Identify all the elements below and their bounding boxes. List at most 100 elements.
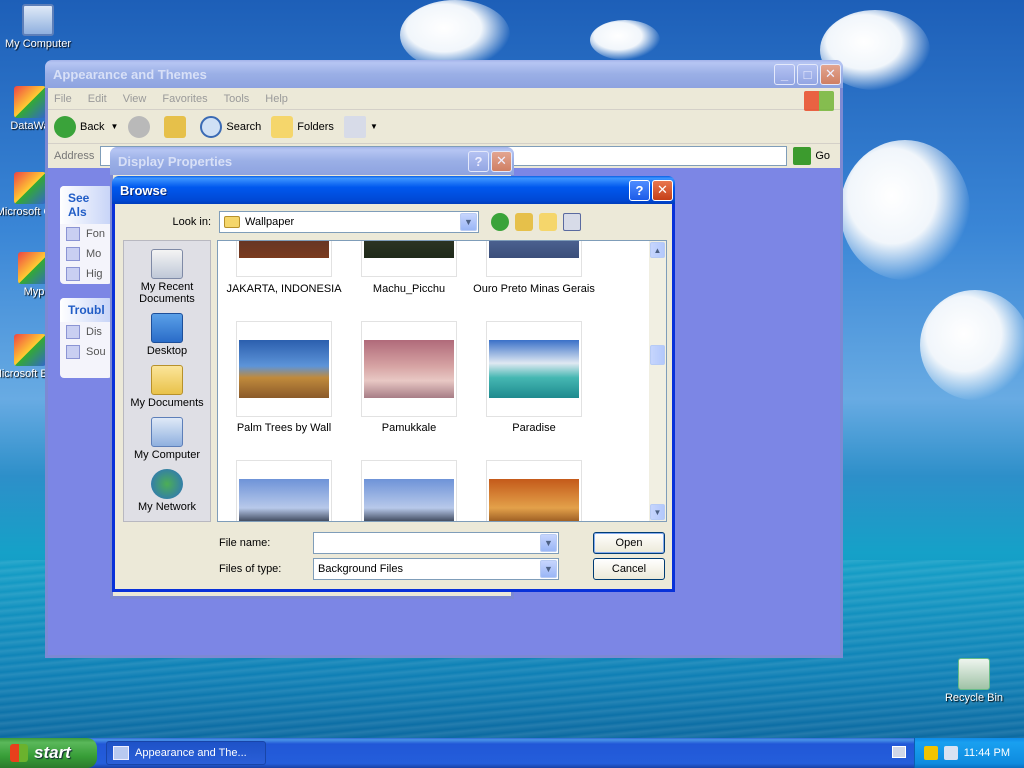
place-my-computer[interactable]: My Computer [124,417,210,461]
up-folder-button[interactable] [164,115,190,138]
clock[interactable]: 11:44 PM [964,747,1010,759]
forward-arrow-icon [128,115,151,138]
see-also-item[interactable]: Hig [60,264,112,284]
troubleshoot-item[interactable]: Dis [60,322,112,342]
go-arrow-icon [793,147,812,165]
file-label[interactable]: JAKARTA, INDONESIA [218,283,354,295]
file-label[interactable]: Palm Trees by Wall [218,422,354,434]
display-properties-titlebar[interactable]: Display Properties ? ✕ [110,147,514,175]
menu-favorites[interactable]: Favorites [162,93,207,105]
windows-logo-icon [10,744,28,762]
help-button[interactable]: ? [468,150,489,172]
menu-tools[interactable]: Tools [224,93,250,105]
help-button[interactable]: ? [629,179,650,201]
cancel-button[interactable]: Cancel [593,558,665,580]
menu-edit[interactable]: Edit [88,93,107,105]
windows-logo-icon [804,91,834,111]
computer-icon [22,4,54,36]
file-name-input[interactable]: ▼ [313,532,559,554]
place-my-network[interactable]: My Network [124,469,210,513]
place-my-documents[interactable]: My Documents [124,365,210,409]
keyboard-icon[interactable] [892,746,906,758]
panel-header[interactable]: Troubl [60,298,112,322]
chevron-down-icon[interactable]: ▼ [540,560,557,578]
folders-button[interactable]: Folders [271,115,334,138]
browse-titlebar[interactable]: Browse ? ✕ [112,176,675,204]
menu-view[interactable]: View [123,93,147,105]
file-thumbnail[interactable] [236,321,332,417]
see-also-item[interactable]: Fon [60,224,112,244]
see-also-panel: See Als Fon Mo Hig [60,186,112,284]
file-label[interactable]: Paradise [464,422,604,434]
scroll-down-icon[interactable]: ▼ [650,504,665,520]
close-button[interactable]: ✕ [491,150,512,172]
file-thumbnail[interactable] [236,241,332,277]
menu-help[interactable]: Help [265,93,288,105]
maximize-button[interactable]: □ [797,63,818,85]
file-thumbnail[interactable] [486,321,582,417]
help-icon [66,345,80,359]
look-in-dropdown[interactable]: Wallpaper ▼ [219,211,479,233]
new-folder-icon[interactable] [539,213,557,231]
item-icon [66,247,80,261]
chevron-down-icon[interactable]: ▼ [460,213,477,231]
window-icon [113,746,129,760]
view-menu-icon[interactable] [563,213,581,231]
security-shield-icon[interactable] [923,746,938,760]
back-icon[interactable] [491,213,509,231]
my-documents-icon [151,365,183,395]
folder-icon [271,115,294,138]
start-button[interactable]: start [0,738,97,768]
desktop-icon [151,313,183,343]
files-of-type-dropdown[interactable]: Background Files ▼ [313,558,559,580]
forward-button[interactable] [128,115,154,138]
chevron-down-icon[interactable]: ▼ [540,534,557,552]
recycle-bin-icon [958,658,990,690]
files-of-type-label: Files of type: [219,563,282,575]
look-in-label: Look in: [172,216,211,228]
desktop-icon-my-computer[interactable]: My Computer [0,4,76,50]
file-thumbnail[interactable] [486,460,582,521]
file-list-scrollbar[interactable]: ▲ ▼ [649,241,666,521]
troubleshoot-item[interactable]: Sou [60,342,112,362]
network-icon[interactable] [943,746,958,760]
file-thumbnail[interactable] [361,460,457,521]
minimize-button[interactable]: _ [774,63,795,85]
close-button[interactable]: ✕ [652,179,673,201]
scroll-up-icon[interactable]: ▲ [650,242,665,258]
views-button[interactable]: ▼ [343,115,378,138]
file-thumbnail[interactable] [361,321,457,417]
network-icon [151,469,183,499]
places-bar: My Recent Documents Desktop My Documents… [123,240,211,522]
file-label[interactable]: Machu_Picchu [339,283,479,295]
place-recent-documents[interactable]: My Recent Documents [124,249,210,305]
file-label[interactable]: Ouro Preto Minas Gerais [464,283,604,295]
look-in-row: Look in: Wallpaper ▼ [123,210,664,234]
computer-icon [151,417,183,447]
taskbar: start Appearance and The... 11:44 PM [0,738,1024,768]
file-thumbnail[interactable] [361,241,457,277]
chevron-down-icon: ▼ [369,122,378,131]
help-icon [66,325,80,339]
see-also-item[interactable]: Mo [60,244,112,264]
scroll-thumb[interactable] [650,345,665,365]
back-button[interactable]: Back ▼ [54,115,118,138]
file-thumbnail[interactable] [236,460,332,521]
file-label[interactable]: Pamukkale [339,422,479,434]
chevron-down-icon[interactable]: ▼ [110,122,118,131]
shortcut-icon [14,172,46,204]
place-desktop[interactable]: Desktop [124,313,210,357]
open-button[interactable]: Open [593,532,665,554]
go-button[interactable]: Go [793,147,830,165]
explorer-titlebar[interactable]: Appearance and Themes _ □ ✕ [45,60,843,88]
search-button[interactable]: Search [200,115,261,138]
file-thumbnail[interactable] [486,241,582,277]
menu-file[interactable]: File [54,93,72,105]
panel-header[interactable]: See Als [60,186,112,224]
system-tray: 11:44 PM [914,738,1024,768]
desktop-icon-recycle-bin[interactable]: Recycle Bin [936,658,1012,704]
item-icon [66,267,80,281]
taskbar-button-appearance[interactable]: Appearance and The... [106,741,266,765]
up-folder-icon[interactable] [515,213,533,231]
close-button[interactable]: ✕ [820,63,841,85]
